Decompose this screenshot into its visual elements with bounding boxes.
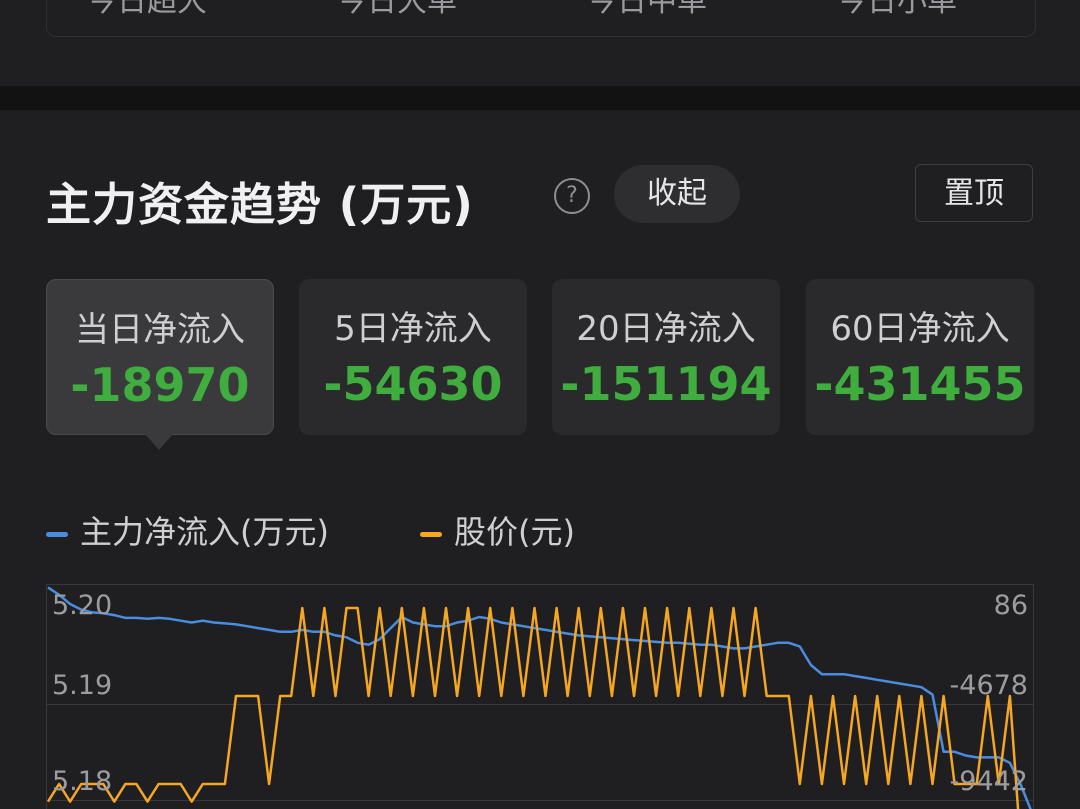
legend-label: 主力净流入(万元) <box>80 513 329 551</box>
chart-canvas <box>46 584 1034 809</box>
question-circle-icon[interactable]: ? <box>554 178 590 214</box>
stat-value: -151194 <box>560 357 772 411</box>
stat-card-today[interactable]: 当日净流入 -18970 <box>46 279 274 435</box>
left-tick-label: 5.19 <box>52 670 113 701</box>
left-tick-label: 5.18 <box>52 766 113 797</box>
legend-main-inflow: 主力净流入(万元) <box>46 507 329 553</box>
active-card-pointer <box>145 434 173 450</box>
chart-frame <box>46 584 1034 809</box>
legend-stock-price: 股价(元) <box>420 507 575 553</box>
stat-card-60day[interactable]: 60日净流入 -431455 <box>806 279 1034 435</box>
stat-label: 当日净流入 <box>75 310 245 350</box>
right-tick-label: -9442 <box>949 766 1028 797</box>
trend-chart[interactable]: 5.20 5.19 5.18 86 -4678 -9442 <box>46 584 1034 809</box>
stat-value: -431455 <box>814 357 1026 411</box>
collapse-button[interactable]: 收起 <box>614 165 740 223</box>
stat-card-5day[interactable]: 5日净流入 -54630 <box>299 279 527 435</box>
legend-swatch-blue <box>46 531 68 537</box>
section-title: 主力资金趋势 (万元) <box>46 178 474 231</box>
legend-swatch-orange <box>420 531 442 537</box>
stat-label: 60日净流入 <box>830 309 1010 349</box>
order-type-tabs: 今日超大 今日大单 今日中单 今日小单 <box>46 0 1036 37</box>
tab-small[interactable]: 今日小单 <box>837 0 957 20</box>
inflow-series-line <box>47 586 1032 809</box>
stat-value: -18970 <box>70 358 250 412</box>
tab-super-large[interactable]: 今日超大 <box>87 0 207 20</box>
main-capital-trend-section: 主力资金趋势 (万元) ? 收起 置顶 当日净流入 -18970 5日净流入 -… <box>0 110 1080 809</box>
tab-medium[interactable]: 今日中单 <box>587 0 707 20</box>
right-tick-label: -4678 <box>949 670 1028 701</box>
pin-to-top-button[interactable]: 置顶 <box>915 164 1033 222</box>
previous-section: 今日超大 今日大单 今日中单 今日小单 <box>0 0 1080 86</box>
section-divider <box>0 86 1080 110</box>
stat-label: 20日净流入 <box>576 309 756 349</box>
stat-label: 5日净流入 <box>334 309 492 349</box>
left-tick-label: 5.20 <box>52 590 113 621</box>
stat-value: -54630 <box>323 357 503 411</box>
stat-card-20day[interactable]: 20日净流入 -151194 <box>552 279 780 435</box>
tab-large[interactable]: 今日大单 <box>337 0 457 20</box>
right-tick-label: 86 <box>993 590 1028 621</box>
legend-label: 股价(元) <box>454 513 575 551</box>
price-series-line <box>46 606 1020 809</box>
